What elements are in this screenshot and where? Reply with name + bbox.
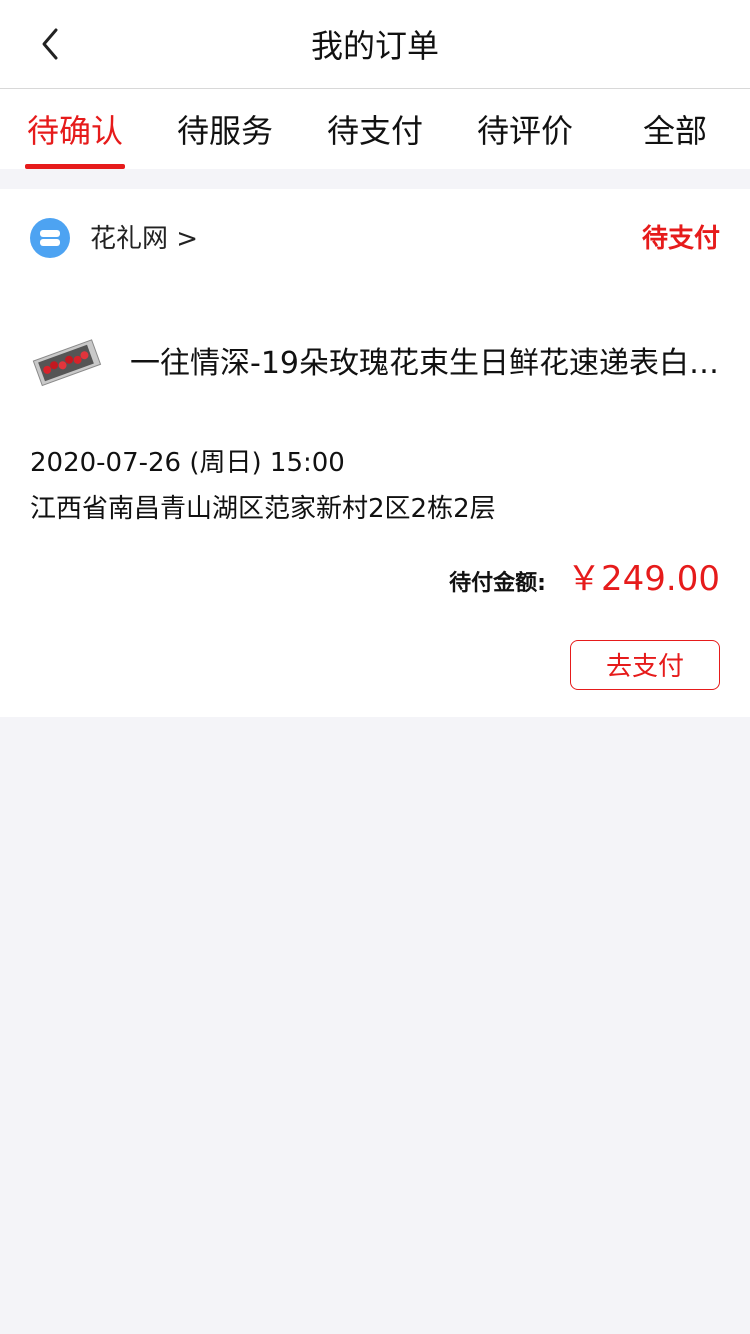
order-time: 2020-07-26 (周日) 15:00: [30, 448, 345, 478]
order-address: 江西省南昌青山湖区范家新村2区2栋2层: [30, 494, 496, 524]
tab-label: 待服务: [176, 112, 273, 150]
tab-label: 待支付: [326, 112, 423, 150]
tab-label: 待评价: [476, 112, 573, 150]
section-divider: [0, 169, 750, 189]
tab-pending-confirm[interactable]: 待确认: [0, 89, 150, 169]
tab-label: 待确认: [26, 112, 123, 150]
amount-value: ￥249.00: [567, 559, 720, 599]
merchant-link[interactable]: 花礼网 >: [90, 219, 198, 259]
tab-pending-service[interactable]: 待服务: [150, 89, 300, 169]
order-card: 花礼网 > 待支付 一往情深-19朵玫瑰花束生日鲜花速递表白求爱 2020-07…: [0, 189, 750, 717]
page-title: 我的订单: [310, 27, 439, 65]
shop-icon: [30, 218, 70, 258]
order-status-badge: 待支付: [641, 224, 720, 254]
amount-row: 待付金额: ￥249.00: [449, 551, 720, 601]
tab-pending-review[interactable]: 待评价: [450, 89, 600, 169]
product-thumbnail[interactable]: [30, 328, 102, 398]
order-status-tabs: 待确认 待服务 待支付 待评价 全部: [0, 89, 750, 169]
pay-button[interactable]: 去支付: [570, 640, 720, 690]
top-navigation-bar: 我的订单: [0, 0, 750, 89]
tab-all[interactable]: 全部: [600, 89, 750, 169]
amount-label: 待付金额:: [449, 571, 546, 596]
tab-label: 全部: [642, 112, 707, 150]
product-title[interactable]: 一往情深-19朵玫瑰花束生日鲜花速递表白求爱: [130, 343, 720, 385]
tab-pending-payment[interactable]: 待支付: [300, 89, 450, 169]
